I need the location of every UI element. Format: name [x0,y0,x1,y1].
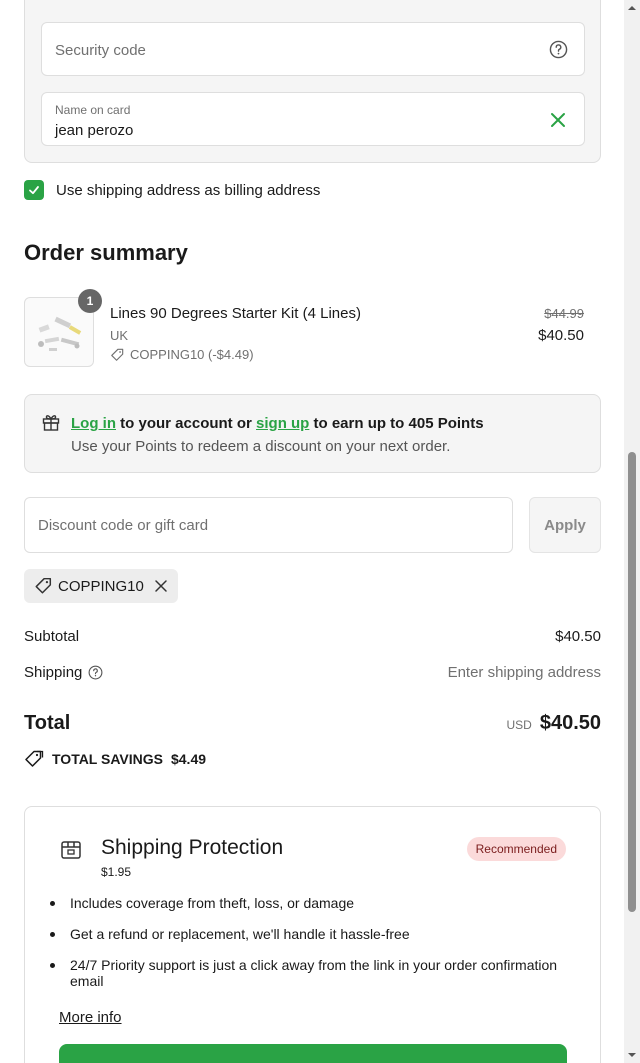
points-banner: Log in to your account or sign up to ear… [24,394,601,473]
name-on-card-value: jean perozo [55,122,134,139]
name-on-card-field[interactable]: Name on card jean perozo [41,92,585,146]
clear-icon[interactable] [548,110,568,130]
applied-discount-chip: COPPING10 [24,569,178,603]
feature-item: 24/7 Priority support is just a click aw… [50,957,570,989]
feature-item: Get a refund or replacement, we'll handl… [50,926,570,942]
total-row: Total USD $40.50 [24,712,601,735]
quantity-badge: 1 [78,289,102,313]
shipping-label-group: Shipping [24,664,103,681]
checkmark-icon [29,186,39,195]
discount-code-placeholder: Discount code or gift card [38,517,209,534]
feature-item: Includes coverage from theft, loss, or d… [50,895,570,911]
original-price: $44.99 [544,306,584,321]
order-summary-heading: Order summary [24,240,188,265]
product-discount-text: COPPING10 (-$4.49) [130,347,254,362]
tag-icon [111,348,124,361]
protection-price: $1.95 [101,865,132,879]
protection-feature-list: Includes coverage from theft, loss, or d… [50,895,570,1004]
discount-code-input[interactable]: Discount code or gift card [24,497,513,553]
subtotal-row: Subtotal $40.50 [24,628,601,645]
shipping-row: Shipping Enter shipping address [24,664,601,681]
total-amount-group: USD $40.50 [506,712,601,735]
security-code-field[interactable]: Security code [41,22,585,76]
applied-discount-code: COPPING10 [58,577,144,595]
subtotal-value: $40.50 [555,628,601,645]
scroll-up-arrow-icon[interactable] [628,4,636,12]
billing-address-row: Use shipping address as billing address [24,180,320,200]
add-protection-button[interactable] [59,1044,567,1063]
recommended-badge: Recommended [466,837,566,861]
apply-discount-button[interactable]: Apply [529,497,601,553]
points-text-mid: to your account or [116,415,257,432]
product-discount: COPPING10 (-$4.49) [110,347,254,362]
subtotal-label: Subtotal [24,628,80,645]
protection-title: Shipping Protection [101,836,284,859]
billing-checkbox[interactable] [24,180,44,200]
scrollbar-thumb[interactable] [628,452,636,912]
shipping-value: Enter shipping address [447,664,601,681]
shipping-label: Shipping [24,664,83,681]
currency-code: USD [506,718,532,732]
tag-icon [35,577,52,594]
package-icon [61,841,81,859]
total-savings: TOTAL SAVINGS $4.49 [24,750,206,768]
help-circle-icon[interactable] [88,665,103,680]
help-circle-icon[interactable] [549,40,568,59]
remove-discount-icon[interactable] [154,579,168,593]
billing-checkbox-label[interactable]: Use shipping address as billing address [56,182,320,199]
savings-value: $4.49 [170,751,207,767]
product-variant: UK [110,328,129,343]
total-value: $40.50 [539,712,601,734]
card-details-panel: Security code Name on card jean perozo [24,0,601,163]
more-info-link[interactable]: More info [59,1009,122,1026]
savings-tag-icon [25,750,44,767]
shipping-protection-card: Shipping Protection $1.95 Recommended In… [24,806,601,1063]
discounted-price: $40.50 [538,327,584,344]
points-message: Log in to your account or sign up to ear… [71,415,484,432]
points-subtext: Use your Points to redeem a discount on … [71,438,451,455]
product-name: Lines 90 Degrees Starter Kit (4 Lines) [110,305,361,322]
signup-link[interactable]: sign up [256,415,309,432]
gift-icon [42,415,60,431]
name-on-card-label: Name on card [55,103,131,117]
savings-label: TOTAL SAVINGS [52,751,163,767]
checkout-page: Security code Name on card jean perozo U… [0,0,624,1063]
scroll-down-arrow-icon[interactable] [628,1051,636,1059]
login-link[interactable]: Log in [71,415,116,432]
scrollbar[interactable] [624,0,640,1063]
security-code-placeholder: Security code [55,42,146,59]
total-label: Total [24,712,71,734]
points-text-end: to earn up to 405 Points [309,415,484,432]
